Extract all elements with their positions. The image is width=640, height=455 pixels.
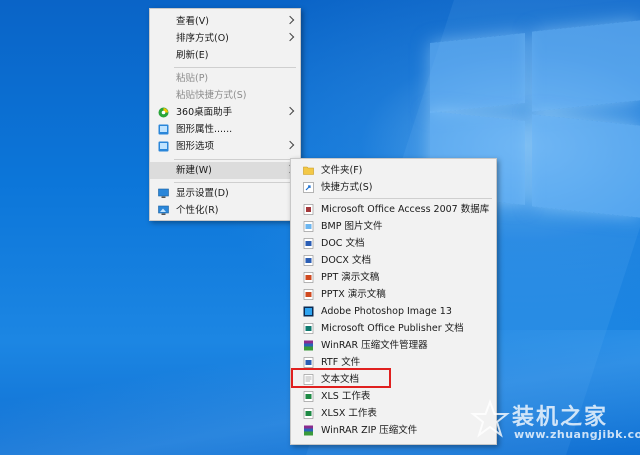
submenu-item-label: DOC 文档 — [321, 238, 365, 249]
chevron-right-icon — [285, 15, 295, 25]
bmp-file-icon — [303, 221, 314, 232]
submenu-item-label: XLS 工作表 — [321, 391, 371, 402]
ppt-file-icon — [303, 272, 314, 283]
shortcut-icon — [303, 182, 314, 193]
menu-item-paste-shortcut: 粘贴快捷方式(S) — [150, 87, 300, 104]
submenu-item-winrar[interactable]: WinRAR 压缩文件管理器 — [291, 337, 496, 354]
menu-item-label: 图形属性...... — [176, 124, 233, 135]
submenu-item-docx[interactable]: DOCX 文档 — [291, 252, 496, 269]
desktop-context-menu: 查看(V) 排序方式(O) 刷新(E) 粘贴(P) 粘贴快捷方式(S) 360桌… — [149, 8, 301, 221]
submenu-item-doc[interactable]: DOC 文档 — [291, 235, 496, 252]
xls-file-icon — [303, 391, 314, 402]
windows-logo-pane — [430, 33, 525, 113]
winrar-icon — [303, 340, 314, 351]
submenu-item-label: PPT 演示文稿 — [321, 272, 380, 283]
menu-item-label: 排序方式(O) — [176, 33, 229, 44]
menu-item-personalize[interactable]: 个性化(R) — [150, 202, 300, 219]
menu-item-graphics-properties[interactable]: 图形属性...... — [150, 121, 300, 138]
menu-item-label: 查看(V) — [176, 16, 209, 27]
submenu-item-photoshop[interactable]: Adobe Photoshop Image 13 — [291, 303, 496, 320]
photoshop-icon — [303, 306, 314, 317]
watermark-url: www.zhuangjibk.com — [514, 428, 640, 441]
submenu-item-label: DOCX 文档 — [321, 255, 371, 266]
menu-item-paste: 粘贴(P) — [150, 70, 300, 87]
menu-item-view[interactable]: 查看(V) — [150, 13, 300, 30]
submenu-item-label: WinRAR 压缩文件管理器 — [321, 340, 428, 351]
submenu-item-xlsx[interactable]: XLSX 工作表 — [291, 405, 496, 422]
rtf-file-icon — [303, 357, 314, 368]
submenu-item-label: XLSX 工作表 — [321, 408, 377, 419]
360-assistant-icon — [158, 107, 169, 118]
submenu-item-publisher[interactable]: Microsoft Office Publisher 文档 — [291, 320, 496, 337]
menu-item-graphics-options[interactable]: 图形选项 — [150, 138, 300, 155]
submenu-item-label: Microsoft Office Publisher 文档 — [321, 323, 464, 334]
menu-item-label: 新建(W) — [176, 165, 212, 176]
access-database-icon — [303, 204, 314, 215]
menu-item-label: 显示设置(D) — [176, 188, 229, 199]
annotation-highlight-box — [291, 368, 391, 388]
personalize-icon — [158, 205, 169, 216]
menu-separator — [319, 198, 492, 199]
submenu-item-pptx[interactable]: PPTX 演示文稿 — [291, 286, 496, 303]
docx-file-icon — [303, 255, 314, 266]
winrar-zip-icon — [303, 425, 314, 436]
doc-file-icon — [303, 238, 314, 249]
windows-logo-pane — [532, 20, 640, 112]
submenu-item-folder[interactable]: 文件夹(F) — [291, 162, 496, 179]
submenu-item-label: Microsoft Office Access 2007 数据库 — [321, 204, 490, 215]
graphics-properties-icon — [158, 124, 169, 135]
windows-logo-pane — [532, 114, 640, 218]
watermark: 装机之家 www.zhuangjibk.com — [470, 395, 640, 450]
submenu-item-xls[interactable]: XLS 工作表 — [291, 388, 496, 405]
graphics-options-icon — [158, 141, 169, 152]
menu-item-label: 360桌面助手 — [176, 107, 233, 118]
folder-icon — [303, 165, 314, 176]
pptx-file-icon — [303, 289, 314, 300]
menu-item-label: 个性化(R) — [176, 205, 219, 216]
submenu-item-shortcut[interactable]: 快捷方式(S) — [291, 179, 496, 196]
submenu-item-label: WinRAR ZIP 压缩文件 — [321, 425, 418, 436]
menu-item-label: 刷新(E) — [176, 50, 209, 61]
display-settings-icon — [158, 188, 169, 199]
menu-item-label: 粘贴(P) — [176, 73, 209, 84]
submenu-item-ppt[interactable]: PPT 演示文稿 — [291, 269, 496, 286]
menu-item-360-assistant[interactable]: 360桌面助手 — [150, 104, 300, 121]
chevron-right-icon — [285, 32, 295, 42]
menu-separator — [174, 67, 296, 68]
menu-item-sort[interactable]: 排序方式(O) — [150, 30, 300, 47]
submenu-item-winrar-zip[interactable]: WinRAR ZIP 压缩文件 — [291, 422, 496, 439]
publisher-icon — [303, 323, 314, 334]
chevron-right-icon — [285, 106, 295, 116]
submenu-item-bmp[interactable]: BMP 图片文件 — [291, 218, 496, 235]
menu-separator — [174, 182, 296, 183]
star-logo-icon — [470, 399, 510, 438]
submenu-item-label: 文件夹(F) — [321, 165, 363, 176]
submenu-item-label: PPTX 演示文稿 — [321, 289, 386, 300]
menu-item-refresh[interactable]: 刷新(E) — [150, 47, 300, 64]
menu-item-new[interactable]: 新建(W) — [150, 162, 300, 179]
chevron-right-icon — [285, 140, 295, 150]
new-submenu: 文件夹(F) 快捷方式(S) Microsoft Office Access 2… — [290, 158, 497, 445]
menu-item-display-settings[interactable]: 显示设置(D) — [150, 185, 300, 202]
submenu-item-label: BMP 图片文件 — [321, 221, 383, 232]
watermark-title: 装机之家 — [512, 405, 609, 430]
submenu-item-label: 快捷方式(S) — [321, 182, 373, 193]
xlsx-file-icon — [303, 408, 314, 419]
menu-item-label: 图形选项 — [176, 141, 215, 152]
menu-item-label: 粘贴快捷方式(S) — [176, 90, 247, 101]
menu-separator — [174, 159, 296, 160]
submenu-item-label: Adobe Photoshop Image 13 — [321, 306, 452, 317]
submenu-item-access[interactable]: Microsoft Office Access 2007 数据库 — [291, 201, 496, 218]
